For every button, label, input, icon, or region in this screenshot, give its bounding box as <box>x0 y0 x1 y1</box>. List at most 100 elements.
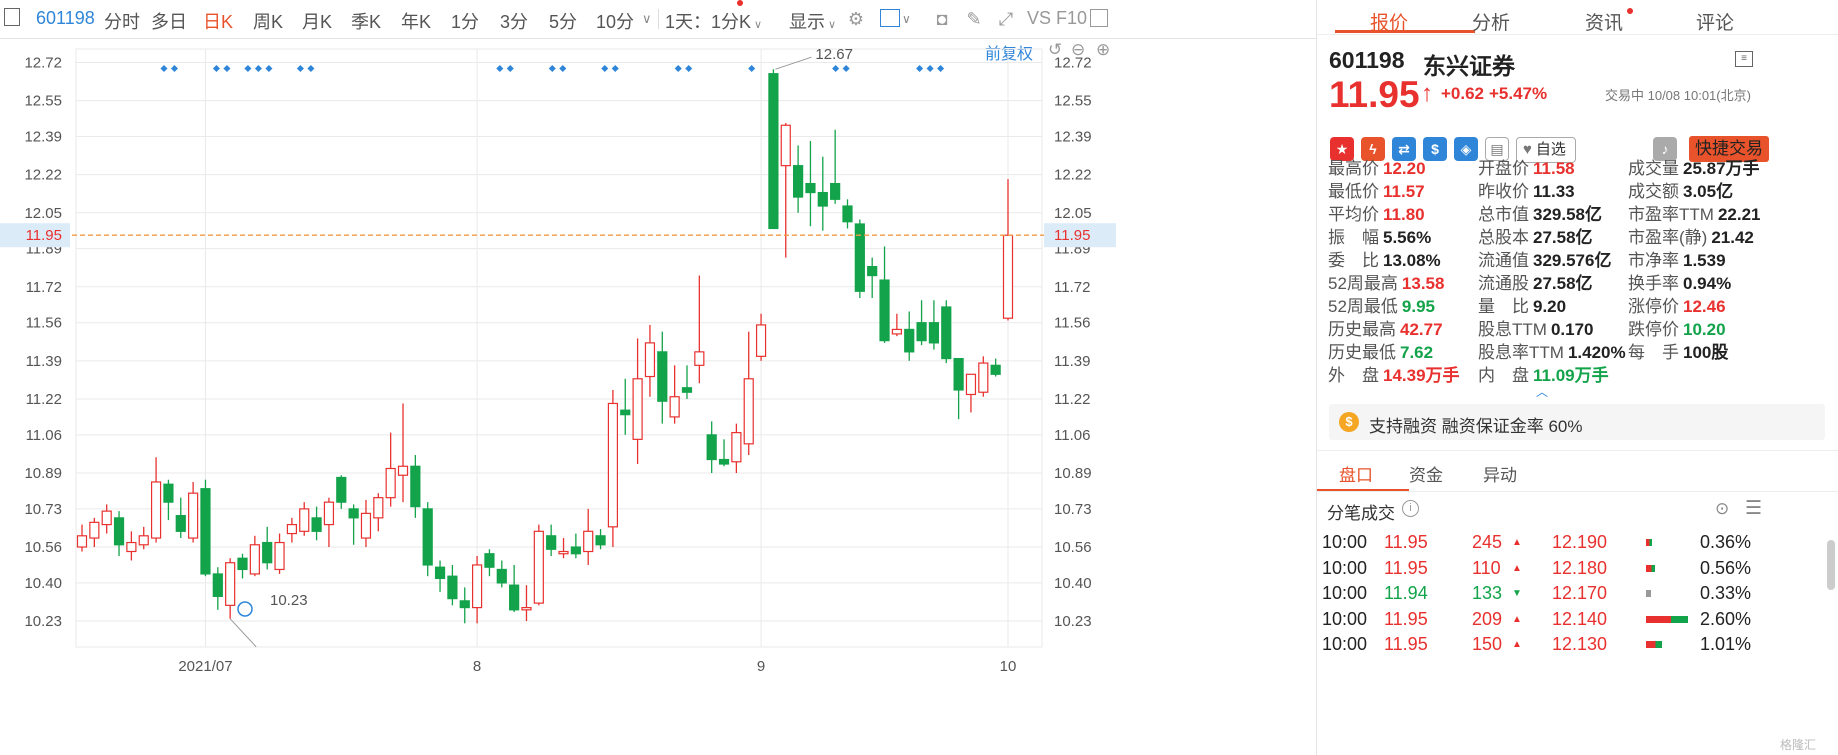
candle-body <box>879 279 890 342</box>
high-leader <box>775 56 812 70</box>
y-tick-label: 10.73 <box>1054 501 1092 518</box>
info-icon[interactable]: i <box>1402 500 1419 517</box>
candle-body <box>854 223 865 292</box>
candle-body <box>842 205 853 223</box>
stat-label: 历史最高 <box>1328 320 1396 339</box>
period-tab-multiday[interactable]: 多日 <box>151 8 187 34</box>
arrow-down-icon: ▼ <box>1512 588 1522 599</box>
candle-body <box>669 396 680 418</box>
y-tick-label: 11.72 <box>26 279 62 296</box>
subtab-anomaly[interactable]: 异动 <box>1483 461 1517 486</box>
quote-name: 东兴证券 <box>1423 53 1515 79</box>
sidebar-toggle-icon[interactable] <box>4 8 20 26</box>
period-tab-3min[interactable]: 3分 <box>500 8 528 34</box>
tab-news[interactable]: 资讯 <box>1585 8 1623 35</box>
stat-label: 股息率TTM <box>1478 343 1564 362</box>
indicator-box-icon[interactable] <box>880 9 900 27</box>
trade-price: 11.95 <box>1384 634 1428 654</box>
stat-label: 量 比 <box>1478 297 1529 316</box>
subtab-capital[interactable]: 资金 <box>1409 461 1443 486</box>
stat-value: 11.33 <box>1533 182 1575 201</box>
stat-value: 3.05亿 <box>1683 182 1734 201</box>
tag-icon[interactable]: ◈ <box>1454 137 1478 161</box>
stat-9-0: 外 盘 14.39万手 <box>1328 361 1460 386</box>
period-tab-quarterly[interactable]: 季K <box>351 8 381 34</box>
tab-analysis[interactable]: 分析 <box>1472 8 1510 35</box>
trade-time: 10:00 <box>1322 608 1368 629</box>
period-tab-intraday[interactable]: 分时 <box>104 8 140 34</box>
settings-gear-icon[interactable]: ⚙ <box>846 9 866 29</box>
display-menu[interactable]: 显示 ∨ <box>789 8 836 34</box>
list-menu-icon[interactable]: ☰ <box>1745 497 1762 520</box>
candle-body <box>521 606 532 611</box>
stat-label: 涨停价 <box>1628 297 1679 316</box>
trade-pct: 1.01% <box>1700 634 1752 654</box>
plot-frame <box>75 48 1043 648</box>
stat-label: 市净率 <box>1628 251 1679 270</box>
compare-vs-button[interactable]: VS <box>1027 8 1051 29</box>
stat-1-0: 最低价 11.57 <box>1328 177 1425 202</box>
event-marker <box>559 64 567 73</box>
stat-value: 329.58亿 <box>1533 205 1602 224</box>
stat-7-0: 历史最高 42.77 <box>1328 315 1443 340</box>
candle-body <box>348 508 359 519</box>
candle-body <box>323 501 335 526</box>
detail-list-icon[interactable]: ≡ <box>1735 51 1753 67</box>
stock-code: 601198 <box>36 8 95 28</box>
period-tab-10min[interactable]: 10分 <box>596 8 634 34</box>
y-tick-label: 11.56 <box>1054 315 1090 332</box>
y-tick-label: 12.72 <box>24 54 62 71</box>
stat-6-2: 涨停价 12.46 <box>1628 292 1726 317</box>
stat-6-1: 量 比 9.20 <box>1478 292 1566 317</box>
stat-5-0: 52周最高 13.58 <box>1328 269 1444 294</box>
period-tab-daily[interactable]: 日K <box>203 8 233 34</box>
tab-comments[interactable]: 评论 <box>1696 8 1734 35</box>
candle-body <box>410 465 421 508</box>
period-tab-monthly[interactable]: 月K <box>302 8 332 34</box>
camera-icon[interactable]: ◘ <box>932 9 952 29</box>
dollar-icon[interactable]: $ <box>1423 137 1447 161</box>
kline-chart[interactable]: 前复权 ↺ ⊖ ⊕ 12.72 12.55 12.39 12.22 12.05 11.89… <box>0 39 1316 755</box>
candle-body <box>780 124 791 167</box>
price-change-pct: +5.47% <box>1489 84 1548 103</box>
candle-body <box>595 535 606 546</box>
subtab-orderbook[interactable]: 盘口 <box>1339 461 1373 486</box>
y-tick-label: 11.39 <box>26 353 62 370</box>
more-icon[interactable]: ⊙ <box>1715 499 1729 519</box>
period-tab-weekly[interactable]: 周K <box>253 8 283 34</box>
trade-level: 12.170 <box>1552 583 1608 603</box>
interval-select[interactable]: 1天：1分K ∨ <box>665 8 762 34</box>
f10-button[interactable]: F10 <box>1056 8 1087 29</box>
trade-level: 12.130 <box>1552 634 1608 654</box>
price-change: +0.62 <box>1441 84 1485 103</box>
period-tab-1min[interactable]: 1分 <box>451 8 479 34</box>
stat-label: 昨收价 <box>1478 182 1529 201</box>
pencil-icon[interactable]: ✎ <box>964 9 984 29</box>
stat-label: 内 盘 <box>1478 366 1529 385</box>
stat-label: 流通股 <box>1478 274 1529 293</box>
trade-pct: 0.56% <box>1700 557 1752 578</box>
chevron-down-icon[interactable]: ∨ <box>642 11 652 27</box>
stat-label: 市盈率TTM <box>1628 205 1714 224</box>
stat-value: 11.80 <box>1383 205 1425 224</box>
y-tick-label: 10.40 <box>24 575 62 592</box>
stat-value: 1.539 <box>1683 251 1726 270</box>
arrow-up-icon: ▲ <box>1512 562 1522 574</box>
trade-volume: 245 <box>1472 532 1503 552</box>
candle-body <box>583 530 594 553</box>
period-tab-yearly[interactable]: 年K <box>401 8 431 34</box>
stat-value: 12.46 <box>1683 297 1726 316</box>
chevron-down-icon[interactable]: ∨ <box>902 12 911 26</box>
candle-body <box>163 483 174 503</box>
trade-time: 10:00 <box>1322 583 1368 603</box>
event-marker <box>937 64 945 73</box>
fullscreen-icon[interactable]: ⤢ <box>996 9 1016 29</box>
divider <box>1317 450 1838 451</box>
panel-toggle-icon[interactable] <box>1090 9 1108 27</box>
y-tick-label: 10.56 <box>1054 539 1092 556</box>
watermark-logo: 格隆汇 <box>1780 738 1817 752</box>
y-tick-label: 12.22 <box>1054 167 1092 184</box>
chart-grid <box>75 48 1043 648</box>
period-tab-5min[interactable]: 5分 <box>549 8 577 34</box>
event-marker <box>212 64 220 73</box>
